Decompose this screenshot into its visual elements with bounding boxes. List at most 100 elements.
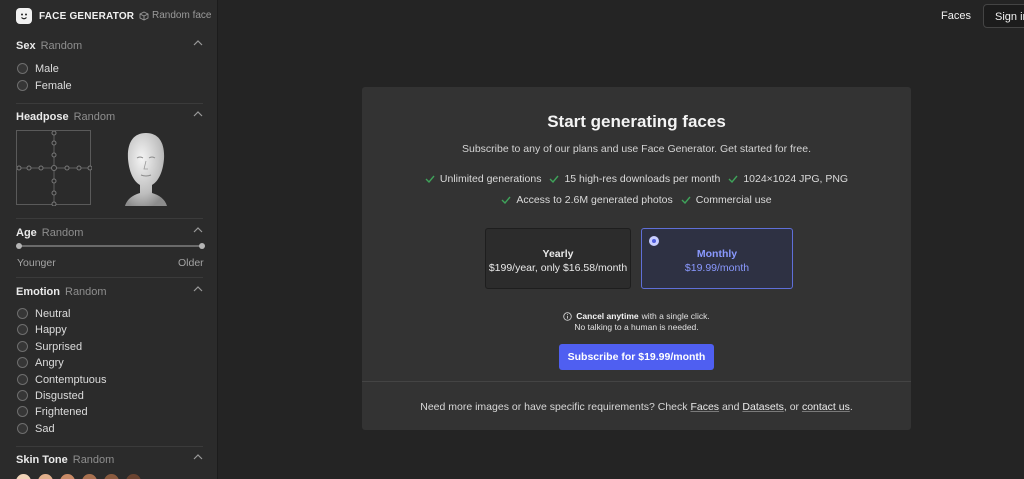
radio-label: Contemptuous	[35, 373, 107, 386]
radio-neutral[interactable]: Neutral	[17, 307, 70, 320]
radio-label: Surprised	[35, 340, 83, 353]
age-min-label: Younger	[17, 257, 56, 269]
divider	[16, 103, 203, 104]
emotion-value: Random	[65, 286, 107, 298]
feature-item: Unlimited generations	[425, 173, 541, 185]
sign-in-button[interactable]: Sign in	[983, 4, 1024, 28]
skin-tone-swatch[interactable]	[38, 474, 53, 479]
radio-circle[interactable]	[17, 357, 28, 368]
cancel-note-line2: No talking to a human is needed.	[574, 322, 699, 332]
age-slider-max-handle[interactable]	[199, 243, 205, 249]
sex-value: Random	[40, 40, 83, 52]
chevron-up-icon	[193, 227, 203, 233]
plan-name: Monthly	[696, 248, 738, 260]
radio-happy[interactable]: Happy	[17, 323, 67, 336]
radio-circle[interactable]	[17, 324, 28, 335]
radio-circle[interactable]	[17, 423, 28, 434]
age-slider-track[interactable]	[18, 245, 203, 247]
headpose-value: Random	[73, 111, 116, 123]
skin-tone-swatch[interactable]	[16, 474, 31, 479]
sex-section-header[interactable]: Sex Random	[16, 39, 203, 53]
modal-footer: Need more images or have specific requir…	[362, 401, 911, 413]
headpose-grid[interactable]	[16, 130, 93, 207]
feature-item: 15 high-res downloads per month	[549, 173, 720, 185]
feature-label: 15 high-res downloads per month	[564, 173, 721, 185]
head-model-icon	[125, 133, 167, 206]
age-slider-min-handle[interactable]	[16, 243, 22, 249]
footer-prefix: Need more images or have specific requir…	[420, 401, 688, 413]
radio-circle[interactable]	[17, 308, 28, 319]
radio-label: Happy	[35, 323, 67, 336]
divider	[362, 381, 911, 382]
check-icon	[549, 175, 559, 183]
info-icon	[563, 311, 573, 321]
radio-male[interactable]: Male	[17, 62, 59, 75]
skin-tone-swatch[interactable]	[82, 474, 97, 479]
radio-circle[interactable]	[17, 406, 28, 417]
check-icon	[681, 196, 691, 204]
emotion-section-header[interactable]: Emotion Random	[16, 285, 203, 299]
random-face-button[interactable]: Random face	[139, 10, 211, 21]
brand[interactable]: FACE GENERATOR	[16, 8, 134, 24]
plan-monthly[interactable]: Monthly $19.99/month	[641, 228, 793, 289]
radio-label: Female	[35, 79, 72, 92]
radio-frightened[interactable]: Frightened	[17, 405, 88, 418]
feature-item: Commercial use	[681, 194, 772, 206]
contact-link[interactable]: contact us	[802, 401, 850, 413]
nav-faces-link[interactable]: Faces	[941, 10, 971, 22]
radio-label: Neutral	[35, 307, 71, 320]
random-face-label: Random face	[152, 10, 212, 21]
radio-contemptuous[interactable]: Contemptuous	[17, 373, 107, 386]
radio-circle[interactable]	[17, 63, 28, 74]
footer-and: and	[721, 401, 740, 413]
radio-surprised[interactable]: Surprised	[17, 340, 82, 353]
sidebar: FACE GENERATOR Random face Sex Random Ma…	[0, 0, 218, 479]
skin-tone-swatch[interactable]	[126, 474, 141, 479]
feature-label: Access to 2.6M generated photos	[516, 194, 673, 206]
divider	[16, 446, 203, 447]
radio-circle[interactable]	[17, 80, 28, 91]
features-row-2: Access to 2.6M generated photos Commerci…	[362, 194, 911, 206]
cube-icon	[139, 10, 149, 21]
divider	[16, 277, 203, 278]
age-title: Age	[16, 227, 37, 239]
skin-tone-section-header[interactable]: Skin Tone Random	[16, 453, 203, 467]
plan-price: $19.99/month	[684, 262, 750, 274]
radio-label: Sad	[35, 422, 55, 435]
cancel-note: Cancel anytime with a single click.	[362, 311, 911, 321]
cancel-rest: with a single click.	[641, 311, 710, 321]
divider	[16, 218, 203, 219]
features-row-1: Unlimited generations 15 high-res downlo…	[362, 173, 911, 185]
skin-tone-swatch[interactable]	[104, 474, 119, 479]
age-section-header[interactable]: Age Random	[16, 226, 203, 240]
radio-sad[interactable]: Sad	[17, 422, 55, 435]
feature-item: 1024×1024 JPG, PNG	[728, 173, 848, 185]
radio-circle[interactable]	[17, 390, 28, 401]
plan-yearly[interactable]: Yearly $199/year, only $16.58/month	[485, 228, 631, 289]
chevron-up-icon	[193, 111, 203, 117]
radio-label: Disgusted	[35, 389, 84, 402]
footer-suffix: .	[849, 401, 853, 413]
chevron-up-icon	[193, 286, 203, 292]
skin-tone-swatches	[16, 474, 148, 479]
skin-tone-swatch[interactable]	[60, 474, 75, 479]
subscribe-button[interactable]: Subscribe for $19.99/month	[559, 344, 714, 370]
brand-name: FACE GENERATOR	[39, 10, 135, 22]
faces-link[interactable]: Faces	[690, 401, 719, 413]
radio-female[interactable]: Female	[17, 79, 72, 92]
datasets-link[interactable]: Datasets	[742, 401, 783, 413]
headpose-section-header[interactable]: Headpose Random	[16, 110, 203, 124]
radio-disgusted[interactable]: Disgusted	[17, 389, 84, 402]
feature-label: Commercial use	[695, 194, 772, 206]
check-icon	[501, 196, 511, 204]
modal-title: Start generating faces	[547, 112, 726, 131]
check-icon	[728, 175, 738, 183]
subscribe-modal: Start generating faces Subscribe to any …	[362, 87, 911, 430]
headpose-grid-lines	[16, 130, 93, 207]
radio-circle[interactable]	[17, 341, 28, 352]
age-value: Random	[41, 227, 84, 239]
check-icon	[425, 175, 435, 183]
radio-circle[interactable]	[17, 374, 28, 385]
footer-or: , or	[783, 401, 800, 413]
radio-angry[interactable]: Angry	[17, 356, 64, 369]
